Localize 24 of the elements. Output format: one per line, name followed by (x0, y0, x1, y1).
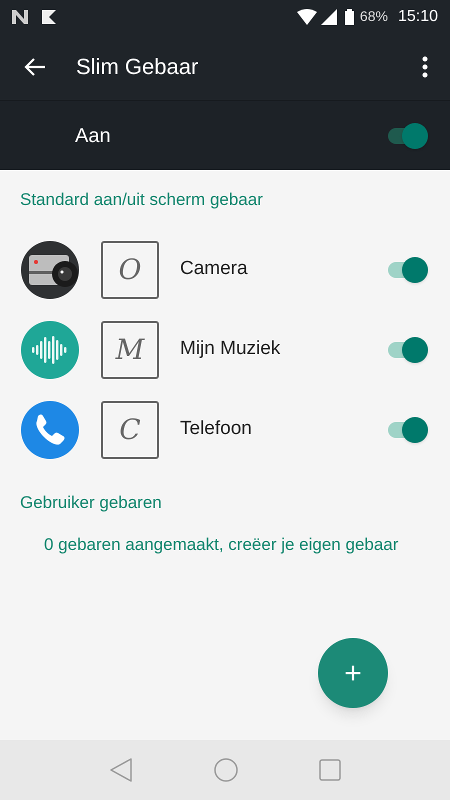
empty-message: 0 gebaren aangemaakt, creëer je eigen gebaar (44, 534, 398, 556)
master-switch-label: Aan (75, 124, 112, 148)
gesture-label: Telefoon (180, 417, 253, 442)
phone-app-icon (21, 400, 79, 458)
screen-title: Slim Gebaar (76, 53, 198, 81)
add-button[interactable]: + (318, 638, 388, 708)
more-options-icon[interactable] (422, 56, 428, 78)
clock: 15:10 (398, 6, 438, 26)
gesture-letter: O (101, 240, 159, 298)
camera-app-icon (21, 240, 79, 298)
signal-icon (320, 8, 337, 24)
notification-icon (12, 10, 28, 24)
gesture-letter: C (101, 400, 159, 458)
gesture-label: Mijn Muziek (180, 337, 282, 362)
section-header: Gebruiker gebaren (20, 492, 162, 514)
waveform-app-icon (21, 320, 79, 378)
gesture-label: Camera (180, 257, 249, 282)
battery-percent: 68% (360, 7, 388, 26)
notification-icon (42, 10, 56, 24)
battery-icon (344, 8, 354, 24)
back-arrow-icon[interactable] (24, 56, 46, 76)
gesture-letter: M (101, 320, 159, 378)
section-header: Standard aan/uit scherm gebaar (20, 189, 263, 211)
wifi-icon (296, 8, 317, 24)
